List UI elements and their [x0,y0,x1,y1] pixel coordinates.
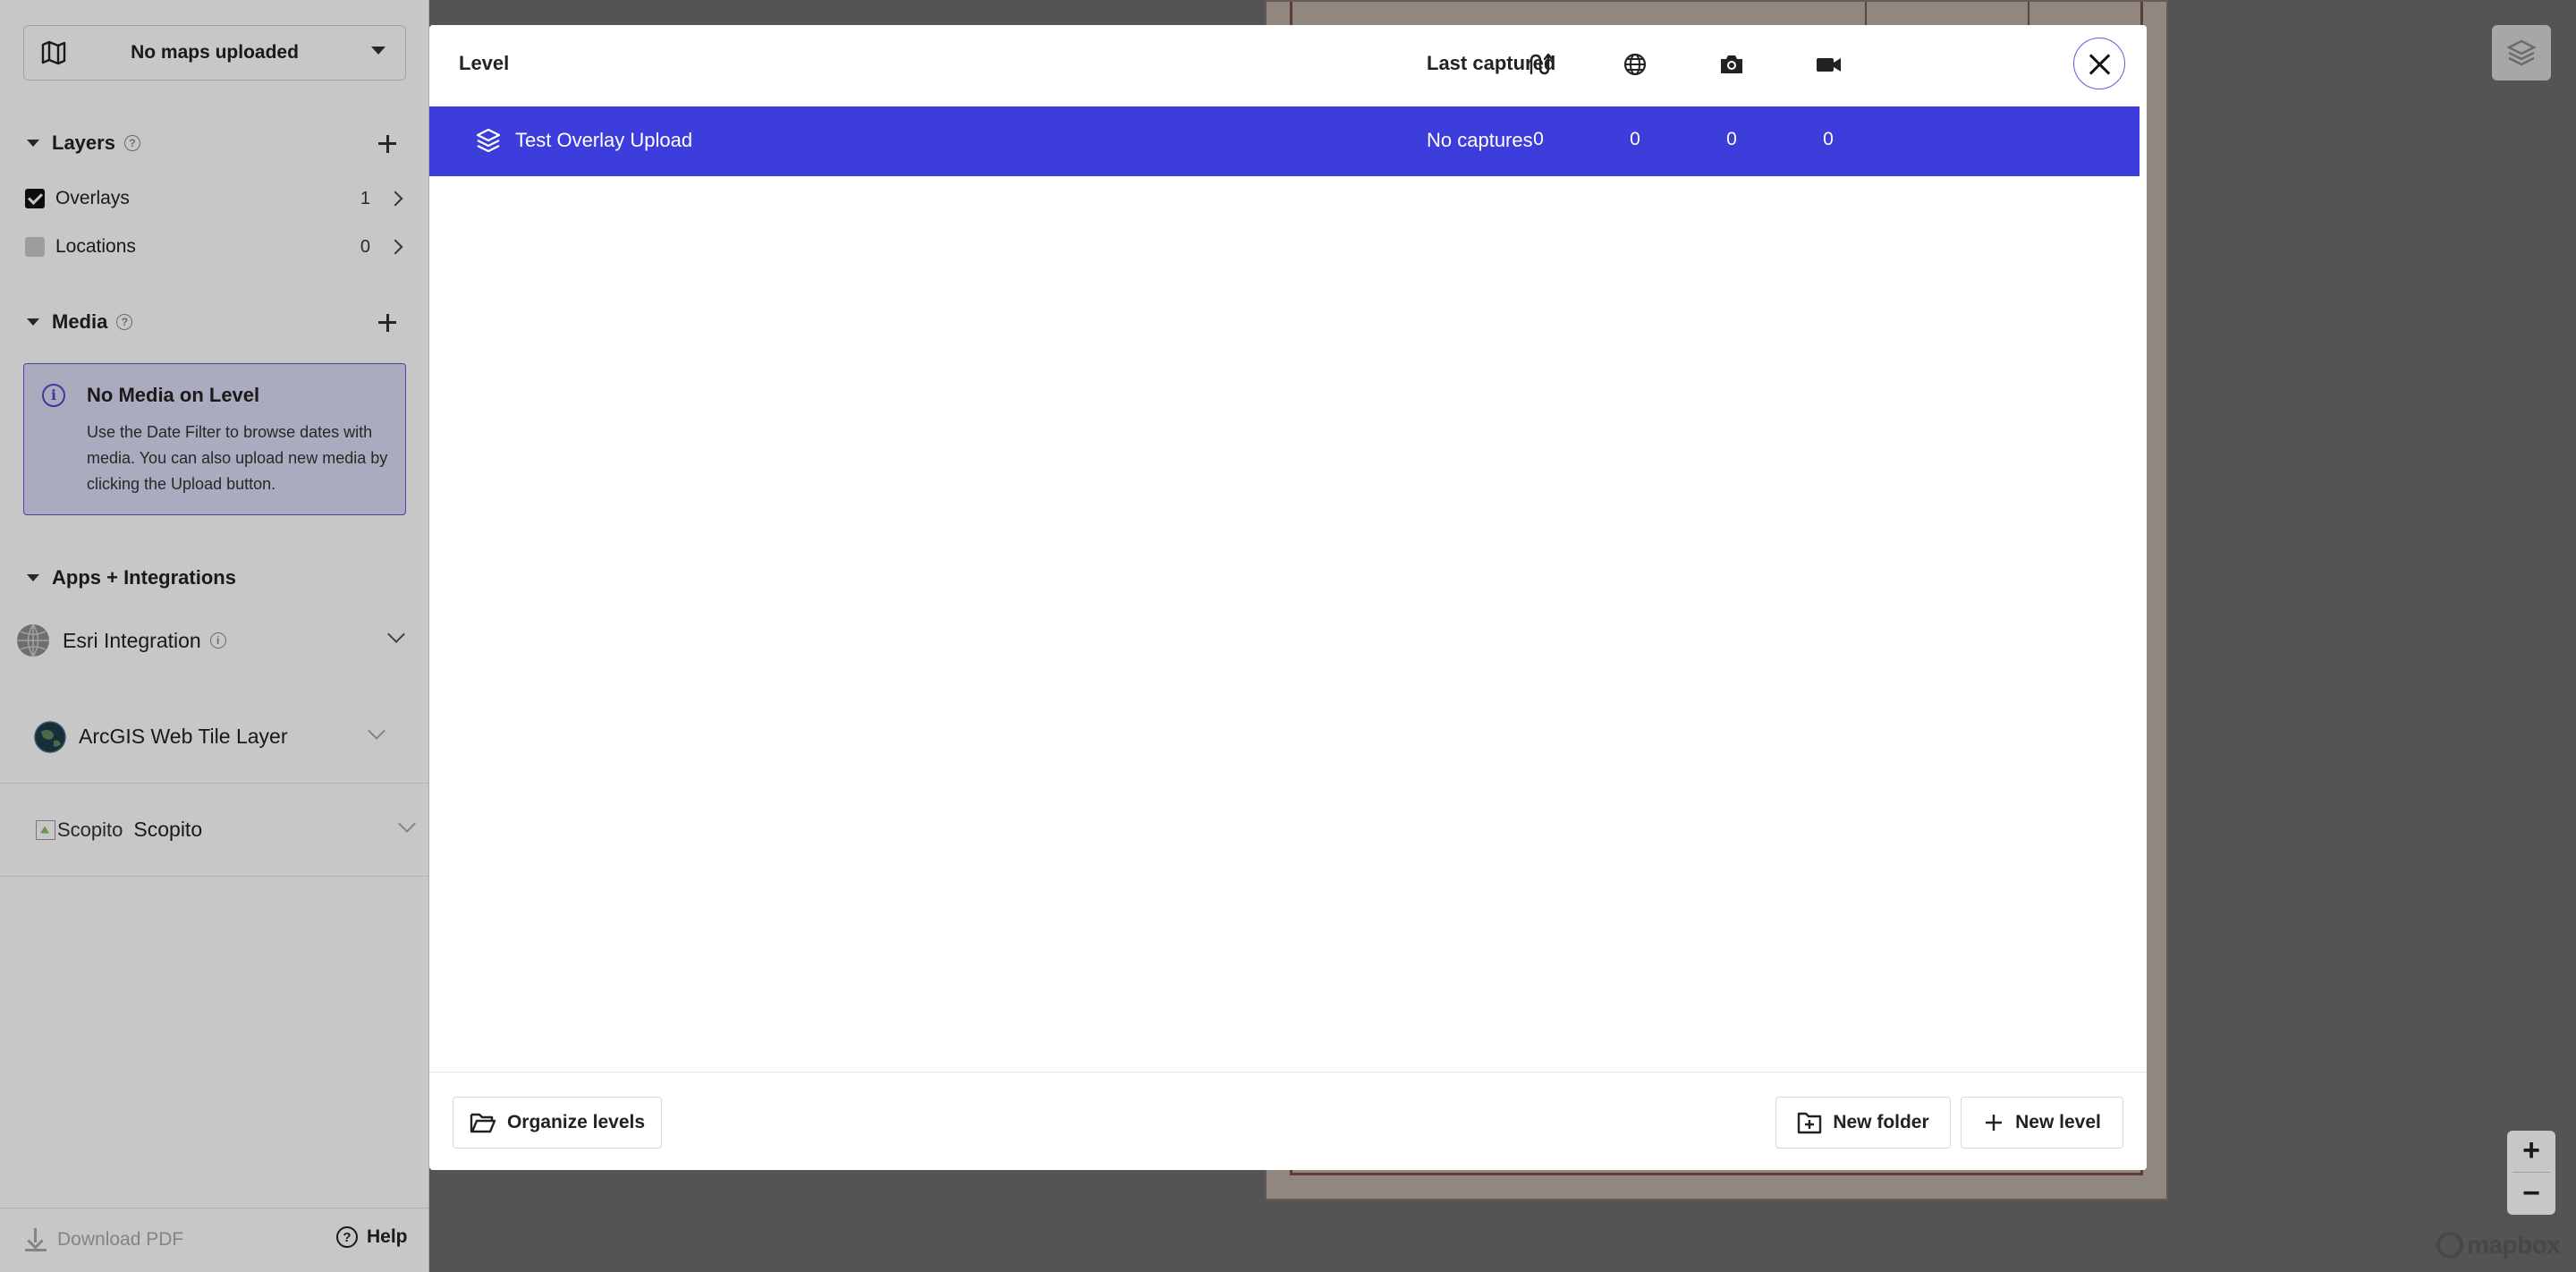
camera-icon [1721,55,1742,73]
column-level: Level [459,52,510,74]
levels-modal: Level Last captured Test Overlay Upload … [429,25,2147,1170]
folder-open-icon [470,1113,496,1133]
plus-icon [1986,1115,2003,1131]
layers-stack-icon [476,128,501,153]
globe-icon [1623,53,1647,76]
modal-footer: Organize levels New folder New level [429,1072,2147,1170]
organize-levels-label: Organize levels [506,1112,646,1132]
video-count: 0 [1823,129,1834,149]
level-last-captured: No captures [1427,129,1533,151]
photo-count: 0 [1726,129,1737,149]
new-level-label: New level [2015,1112,2101,1132]
globe-count: 0 [1630,129,1640,149]
video-camera-icon [1817,58,1841,72]
new-folder-label: New folder [1833,1112,1929,1132]
organize-levels-button[interactable]: Organize levels [453,1097,662,1149]
route-icon [1530,53,1553,75]
close-button[interactable] [2073,38,2125,89]
folder-plus-icon [1798,1112,1822,1134]
level-name: Test Overlay Upload [515,129,693,151]
new-level-button[interactable]: New level [1961,1097,2123,1149]
new-folder-button[interactable]: New folder [1775,1097,1951,1149]
route-count: 0 [1533,129,1544,149]
levels-table-header: Level Last captured [429,25,2147,106]
level-row[interactable]: Test Overlay Upload No captures 0 0 0 0 [429,106,2140,176]
